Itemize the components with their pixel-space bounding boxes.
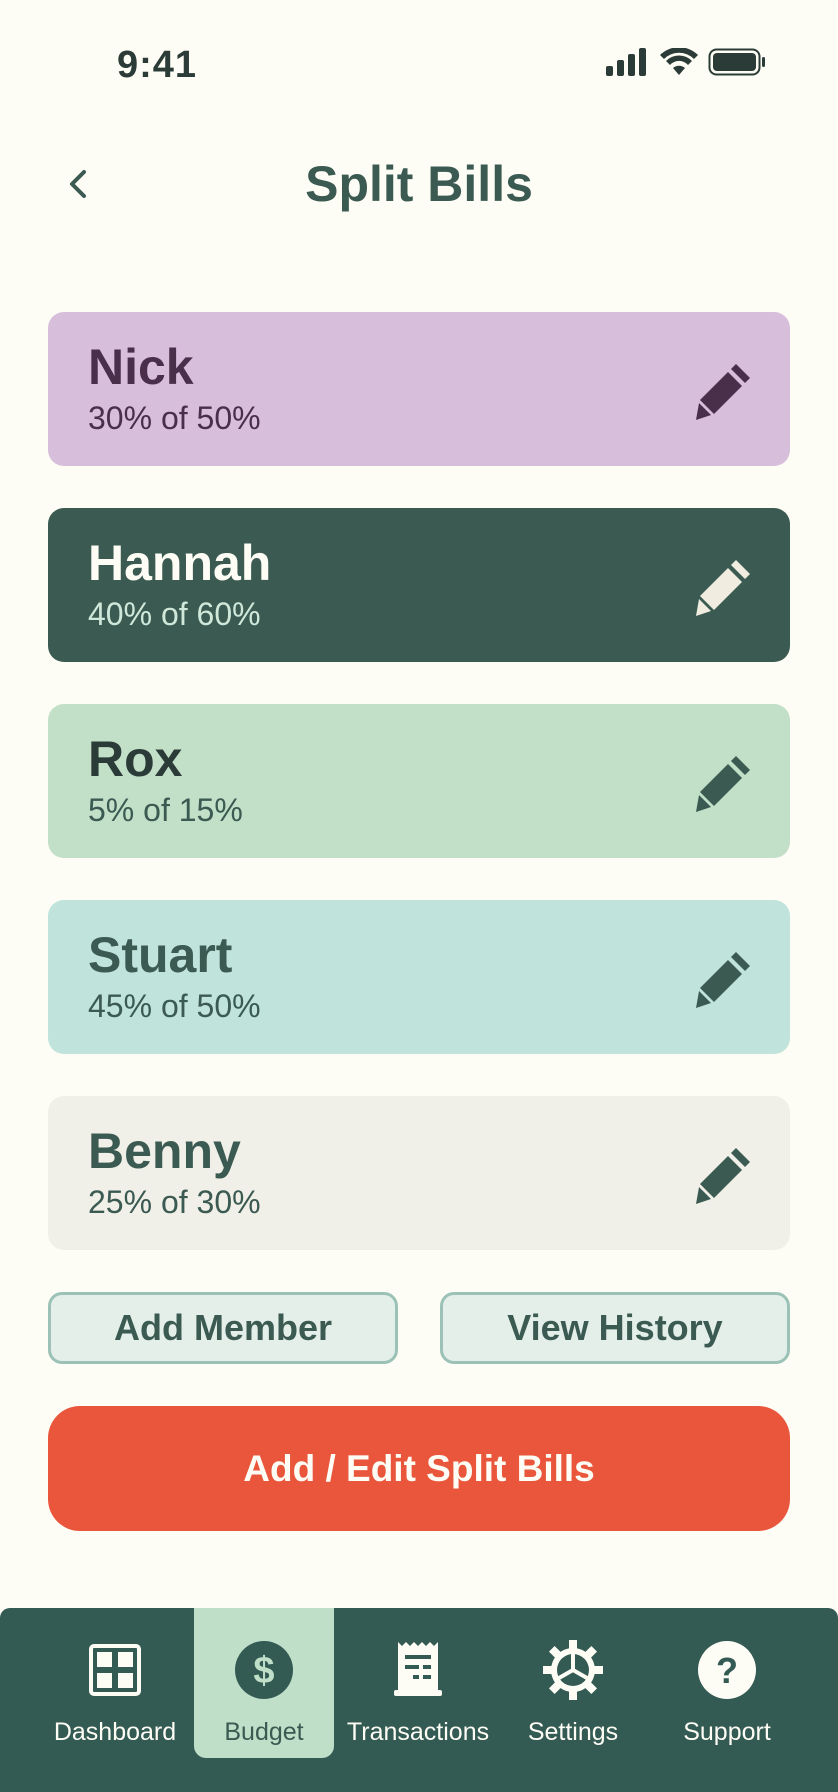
- svg-text:?: ?: [716, 1650, 738, 1691]
- add-member-button[interactable]: Add Member: [48, 1292, 398, 1364]
- member-name: Nick: [88, 339, 194, 395]
- nav-item-dashboard[interactable]: Dashboard: [40, 1608, 190, 1758]
- member-share: 5% of 15%: [88, 792, 243, 828]
- member-name: Stuart: [88, 927, 233, 983]
- bottom-navigation: Dashboard $ Budget Transactions Settings…: [0, 1608, 838, 1792]
- member-card-benny[interactable]: Benny 25% of 30%: [48, 1096, 790, 1250]
- member-share: 45% of 50%: [88, 988, 261, 1024]
- pencil-edit-icon[interactable]: [692, 1142, 756, 1206]
- status-icons: [606, 48, 766, 76]
- member-card-hannah[interactable]: Hannah 40% of 60%: [48, 508, 790, 662]
- nav-item-settings[interactable]: Settings: [500, 1608, 646, 1758]
- member-name: Benny: [88, 1123, 241, 1179]
- member-name: Hannah: [88, 535, 272, 591]
- status-bar: 9:41: [0, 0, 838, 130]
- wifi-icon: [660, 48, 698, 75]
- cellular-signal-icon: [606, 48, 646, 76]
- pencil-edit-icon[interactable]: [692, 358, 756, 422]
- help-icon: ?: [698, 1641, 756, 1699]
- member-name: Rox: [88, 731, 183, 787]
- gear-icon: [543, 1640, 603, 1700]
- nav-label-settings: Settings: [527, 1718, 619, 1746]
- nav-label-dashboard: Dashboard: [53, 1718, 177, 1746]
- nav-item-transactions[interactable]: Transactions: [340, 1608, 496, 1758]
- member-card-rox[interactable]: Rox 5% of 15%: [48, 704, 790, 858]
- status-time: 9:41: [117, 44, 198, 86]
- member-share: 30% of 50%: [88, 400, 261, 436]
- split-bills-screen: 9:41 Split Bills Nick 30% of 50% Hannah …: [0, 0, 838, 1792]
- pencil-edit-icon[interactable]: [692, 554, 756, 618]
- member-card-nick[interactable]: Nick 30% of 50%: [48, 312, 790, 466]
- page-title: Split Bills: [305, 156, 533, 212]
- add-edit-split-bills-button[interactable]: Add / Edit Split Bills: [48, 1406, 790, 1531]
- pencil-edit-icon[interactable]: [692, 750, 756, 814]
- dashboard-grid-icon: [89, 1644, 141, 1696]
- nav-label-budget: Budget: [224, 1718, 304, 1746]
- nav-label-support: Support: [683, 1718, 771, 1746]
- svg-text:$: $: [253, 1650, 274, 1692]
- pencil-edit-icon[interactable]: [692, 946, 756, 1010]
- receipt-icon: [394, 1642, 442, 1696]
- dollar-icon: $: [235, 1641, 293, 1699]
- nav-item-support[interactable]: ? Support: [660, 1608, 794, 1758]
- member-share: 40% of 60%: [88, 596, 261, 632]
- nav-label-transactions: Transactions: [346, 1718, 490, 1746]
- nav-item-budget[interactable]: $ Budget: [194, 1608, 334, 1758]
- member-card-stuart[interactable]: Stuart 45% of 50%: [48, 900, 790, 1054]
- member-share: 25% of 30%: [88, 1184, 261, 1220]
- view-history-button[interactable]: View History: [440, 1292, 790, 1364]
- battery-icon: [708, 48, 765, 76]
